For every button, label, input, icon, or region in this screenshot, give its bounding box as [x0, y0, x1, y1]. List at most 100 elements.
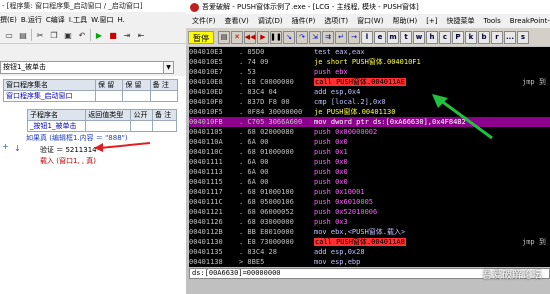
disasm-row[interactable]: 004010E8 . E8 C0000000 call PUSH窗体.004011A… — [189, 77, 550, 87]
code-line-assign[interactable]: 验证 ＝ 5211314 — [40, 145, 97, 155]
row-instruction-cell: push 0x10001 — [314, 187, 365, 197]
step-over-icon[interactable]: ⇤ — [135, 29, 147, 41]
restart-icon[interactable]: ◀◀ — [244, 30, 256, 44]
row-instruction: cmp [local.2],0x0 — [314, 98, 386, 106]
chevron-down-icon[interactable]: ▼ — [163, 62, 173, 73]
row-instruction: push 0x0 — [314, 158, 348, 166]
table-cell[interactable] — [149, 90, 179, 102]
debugger-title-bar: 吾爱破解 - PUSH窗体示例了.exe - [LCG - 主线程, 模块 - … — [186, 0, 550, 14]
table-header: 备 注 — [149, 79, 179, 91]
ide-menubar: 撰(E) B.运行 C编译 I.工具 W.窗口 H. — [0, 13, 186, 26]
row-instruction-cell: push 0x0 — [314, 157, 348, 167]
step-icon[interactable]: ⇥ — [121, 29, 133, 41]
table-header: 子程序名 — [26, 109, 87, 121]
table-cell[interactable]: 窗口程序集_启动窗口 — [2, 90, 97, 102]
row-hex-bytes: . 0F84 30000000 — [239, 108, 303, 116]
stop-icon[interactable]: ■ — [107, 29, 119, 41]
row-address: 0040111C — [189, 198, 223, 206]
tool-source[interactable]: s — [517, 30, 529, 44]
ide-menu-item[interactable]: C编译 — [46, 15, 65, 25]
table-cell[interactable] — [130, 120, 153, 132]
trace-over-icon[interactable]: ⇉ — [322, 30, 334, 44]
menu-plus[interactable]: [+] — [426, 17, 437, 25]
disasm-row[interactable]: 00401113 . 6A 00 push 0x0 — [189, 167, 550, 177]
step-into-icon[interactable]: ↘ — [283, 30, 295, 44]
row-address: 004010FB — [189, 118, 223, 126]
row-hex-bytes: . 68 06000052 — [239, 208, 294, 216]
ide-menu-item[interactable]: B.运行 — [21, 15, 42, 25]
menu-window[interactable]: 窗口(W) — [357, 16, 383, 26]
disasm-row[interactable]: 004010E7 . 53 push ebx — [189, 67, 550, 77]
menu-shortcut[interactable]: 快捷菜单 — [447, 16, 475, 26]
table-cell[interactable] — [95, 90, 124, 102]
row-instruction-cell: cmp [local.2],0x0 — [314, 97, 386, 107]
disasm-row[interactable]: 0040111C . 68 05000106 push 0x6010005 — [189, 197, 550, 207]
tool-log-window[interactable]: l — [361, 30, 373, 44]
disasm-row[interactable]: 00401135 . 83C4 28 add esp,0x28 — [189, 247, 550, 257]
tool-breakpoints[interactable]: b — [478, 30, 490, 44]
disasm-row[interactable]: 00401130 . E8 73000000 call PUSH窗体.004011A… — [189, 237, 550, 247]
disasm-row[interactable]: 00401126 . 68 03000000 push 0x3 — [189, 217, 550, 227]
tool-patches[interactable]: P — [452, 30, 464, 44]
run-icon[interactable]: ▶ — [257, 30, 269, 44]
ide-menu-item[interactable]: I.工具 — [69, 15, 87, 25]
trace-into-icon[interactable]: ⇲ — [309, 30, 321, 44]
run-icon[interactable]: ▶ — [93, 29, 105, 41]
menu-help[interactable]: 帮助(H) — [392, 16, 417, 26]
row-hex-bytes: . E8 73000000 — [239, 238, 294, 246]
fold-arrow-icon[interactable]: ↓ — [14, 144, 21, 153]
tool-executables[interactable]: e — [374, 30, 386, 44]
menu-tools[interactable]: Tools — [484, 17, 501, 25]
open-icon[interactable]: ▤ — [218, 30, 230, 44]
tool-run-trace[interactable]: ... — [504, 30, 516, 44]
new-file-icon[interactable]: ▭ — [3, 29, 15, 41]
paste-icon[interactable]: ▣ — [62, 29, 74, 41]
table-cell[interactable] — [122, 90, 151, 102]
menu-breakpoint[interactable]: BreakPoint-> — [510, 17, 550, 25]
table-cell[interactable] — [151, 120, 178, 132]
menu-options[interactable]: 选项(T) — [324, 16, 348, 26]
row-comment: jmp 到 <PU — [522, 238, 550, 246]
ide-menu-item[interactable]: 撰(E) — [0, 15, 17, 25]
menu-plugins[interactable]: 插件(P) — [292, 16, 316, 26]
copy-icon[interactable]: ❐ — [48, 29, 60, 41]
tool-memory[interactable]: m — [387, 30, 399, 44]
ide-window: - [程序集: 窗口程序集_启动窗口 / _启动窗口] 撰(E) B.运行 C编… — [0, 0, 186, 294]
undo-icon[interactable]: ↶ — [76, 29, 88, 41]
cut-icon[interactable]: ✂ — [34, 29, 46, 41]
row-hex-bytes: . 6A 00 — [239, 138, 269, 146]
ide-menu-item[interactable]: H. — [117, 16, 124, 24]
disasm-row[interactable]: 0040112B . BB E8010000 mov ebx,<PUSH窗体.载入> — [189, 227, 550, 237]
disasm-row[interactable]: 00401121 . 68 06000052 push 0x52010006 — [189, 207, 550, 217]
disasm-row[interactable]: 0040110C . 68 01000000 push 0x1 — [189, 147, 550, 157]
close-icon[interactable]: ✕ — [231, 30, 243, 44]
tool-references[interactable]: r — [491, 30, 503, 44]
row-instruction-cell: mov ebx,<PUSH窗体.载入> — [314, 227, 405, 237]
disasm-row[interactable]: 00401111 . 6A 00 push 0x0 — [189, 157, 550, 167]
table-cell[interactable] — [85, 120, 132, 132]
code-line-load[interactable]: 载入 (窗口1, , 真) — [40, 156, 96, 166]
disasm-row[interactable]: 004010E3 . 85D0 test eax,eax — [189, 47, 550, 57]
menu-debug[interactable]: 调试(D) — [258, 16, 283, 26]
expand-icon[interactable]: + — [2, 142, 9, 151]
goto-icon[interactable]: → — [348, 30, 360, 44]
tool-threads[interactable]: t — [400, 30, 412, 44]
menu-file[interactable]: 文件(F) — [192, 16, 216, 26]
ide-menu-item[interactable]: W.窗口 — [91, 15, 113, 25]
open-icon[interactable]: ▤ — [17, 29, 29, 41]
tool-handles[interactable]: h — [426, 30, 438, 44]
tool-windows[interactable]: w — [413, 30, 425, 44]
disasm-row[interactable]: 00401115 . 6A 00 push 0x0 — [189, 177, 550, 187]
pause-icon[interactable]: ❚❚ — [270, 30, 282, 44]
execute-till-return-icon[interactable]: ↵ — [335, 30, 347, 44]
event-combo[interactable]: 按钮1_被单击 ▼ — [0, 61, 174, 74]
tool-call-stack[interactable]: k — [465, 30, 477, 44]
disasm-row[interactable]: 00401117 . 68 01000100 push 0x10001 — [189, 187, 550, 197]
step-over-icon[interactable]: ↷ — [296, 30, 308, 44]
menu-view[interactable]: 查看(V) — [225, 16, 249, 26]
table-cell[interactable]: _按钮1_被单击 — [26, 120, 87, 132]
disasm-row[interactable]: 004010E5 . 74 09 je short PUSH窗体.004010F1 — [189, 57, 550, 67]
code-editor[interactable]: 窗口程序集名 保 留 保 留 备 注 窗口程序集_启动窗口 子程序名 返回值类型… — [0, 76, 186, 294]
tool-cpu[interactable]: c — [439, 30, 451, 44]
disassembly-pane[interactable]: 004010E3 . 85D0 test eax,eax 004010E5 . 74 0… — [189, 47, 550, 267]
